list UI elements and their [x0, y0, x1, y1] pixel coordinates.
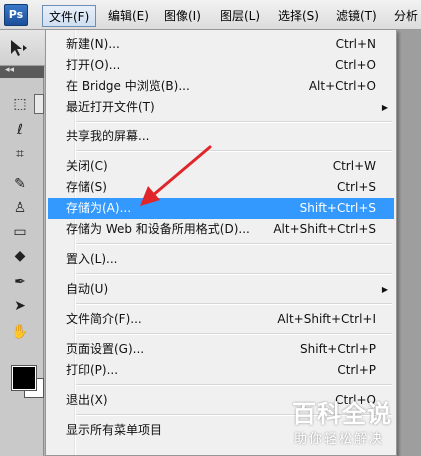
crop-tool-icon[interactable]: ⌗ — [10, 144, 30, 164]
menu-item-print[interactable]: 打印(P)... Ctrl+P — [48, 360, 394, 381]
watermark-subtitle: 助你轻松解决 — [294, 432, 385, 447]
menu-item-open[interactable]: 打开(O)... Ctrl+O — [48, 55, 394, 76]
path-select-icon[interactable]: ➤ — [10, 296, 30, 316]
menu-edit[interactable]: 编辑(E) — [102, 5, 155, 27]
submenu-arrow-icon: ▶ — [381, 285, 388, 294]
menu-bar: Ps 文件(F) 编辑(E) 图像(I) 图层(L) 选择(S) 滤镜(T) 分… — [0, 0, 421, 30]
menu-item-file-info[interactable]: 文件简介(F)... Alt+Shift+Ctrl+I — [48, 309, 394, 330]
blur-tool-icon[interactable]: ◆ — [10, 246, 30, 266]
menu-separator — [76, 273, 392, 275]
menu-select[interactable]: 选择(S) — [272, 5, 325, 27]
foreground-color-swatch[interactable] — [11, 365, 37, 391]
eraser-icon[interactable]: ▭ — [10, 222, 30, 242]
hand-tool-icon[interactable]: ✋ — [10, 322, 30, 342]
menu-file[interactable]: 文件(F) — [42, 5, 97, 27]
watermark-title: 百科全说 — [292, 400, 392, 428]
pen-tool-icon[interactable]: ✒ — [10, 272, 30, 292]
menu-separator — [76, 121, 392, 123]
menu-item-browse-bridge[interactable]: 在 Bridge 中浏览(B)... Alt+Ctrl+O — [48, 76, 394, 97]
menu-item-share-screen[interactable]: 共享我的屏幕... — [48, 126, 394, 147]
menu-item-page-setup[interactable]: 页面设置(G)... Shift+Ctrl+P — [48, 339, 394, 360]
menu-item-recent-files[interactable]: 最近打开文件(T) ▶ — [48, 97, 394, 118]
menu-item-save-for-web[interactable]: 存储为 Web 和设备所用格式(D)... Alt+Shift+Ctrl+S — [48, 219, 394, 240]
menu-separator — [76, 303, 392, 305]
menu-item-automate[interactable]: 自动(U) ▶ — [48, 279, 394, 300]
photoshop-logo: Ps — [4, 4, 28, 26]
collapse-icon[interactable]: ◂◂ — [5, 65, 14, 75]
clone-stamp-icon[interactable]: ♙ — [10, 198, 30, 218]
menu-image[interactable]: 图像(I) — [158, 5, 207, 27]
menu-item-place[interactable]: 置入(L)... — [48, 249, 394, 270]
menu-separator — [76, 243, 392, 245]
menu-item-close[interactable]: 关闭(C) Ctrl+W — [48, 156, 394, 177]
canvas-edge — [396, 30, 421, 456]
menu-separator — [76, 150, 392, 152]
menu-layer[interactable]: 图层(L) — [214, 5, 266, 27]
menu-separator — [76, 333, 392, 335]
lasso-tool-icon[interactable]: ℓ — [10, 120, 30, 140]
tools-panel: ◂◂ ⬚ ℓ ⌗ ✎ ♙ ▭ ◆ ✒ ➤ ✋ — [0, 65, 44, 456]
menu-filter[interactable]: 滤镜(T) — [330, 5, 383, 27]
move-tool-selected-icon[interactable] — [34, 94, 44, 114]
menu-item-new[interactable]: 新建(N)... Ctrl+N — [48, 34, 394, 55]
menu-separator — [76, 384, 392, 386]
tools-panel-header[interactable]: ◂◂ — [0, 65, 44, 78]
watermark: 百科全说 助你轻松解决 — [288, 394, 418, 452]
menu-analysis[interactable]: 分析 — [388, 5, 421, 27]
healing-brush-icon[interactable]: ✎ — [10, 174, 30, 194]
menu-item-save[interactable]: 存储(S) Ctrl+S — [48, 177, 394, 198]
move-tool-icon[interactable] — [8, 38, 28, 58]
menu-item-save-as[interactable]: 存储为(A)... Shift+Ctrl+S — [48, 198, 394, 219]
submenu-arrow-icon: ▶ — [381, 103, 388, 112]
marquee-tool-icon[interactable]: ⬚ — [10, 94, 30, 114]
file-menu-dropdown: 新建(N)... Ctrl+N 打开(O)... Ctrl+O 在 Bridge 中… — [45, 30, 397, 456]
